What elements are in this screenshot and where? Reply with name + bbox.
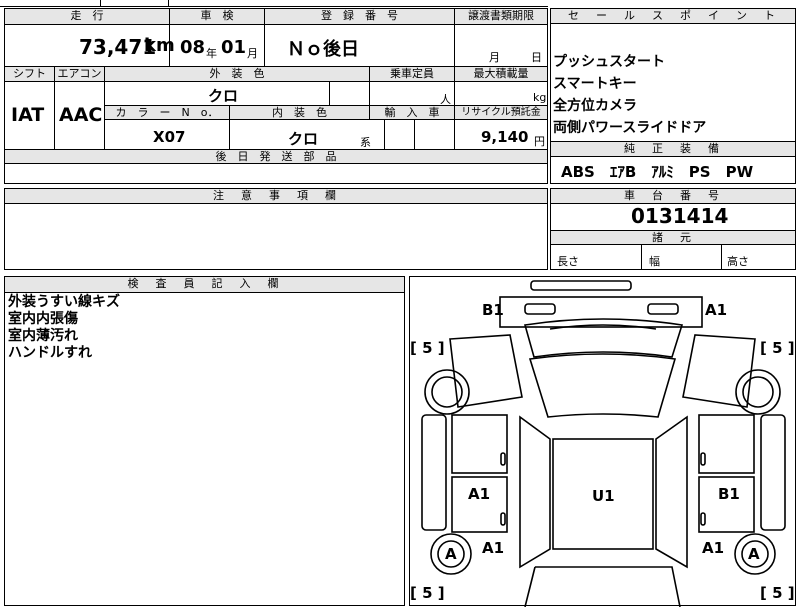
mark-front-left: B1 (482, 301, 504, 319)
inspection-cell: 08 年 01 月 (170, 25, 265, 67)
dimensions-header: 諸 元 (551, 230, 795, 245)
recycle-fee-value: 9,140 (481, 128, 529, 146)
later-parts-area (5, 164, 547, 183)
capacity-header: 乗車定員 (370, 67, 455, 82)
mileage-header: 走 行 (5, 9, 170, 25)
interior-color-cell: クロ 系 (230, 120, 385, 150)
chassis-no-value: 0131414 (631, 204, 729, 228)
exterior-color-extra-cell (330, 82, 370, 106)
max-load-header: 最大積載量 (455, 67, 547, 82)
transfer-deadline-header: 譲渡書類期限 (455, 9, 547, 25)
equipment-value: ABS ｴｱB ｱﾙﾐ PS PW (561, 163, 754, 181)
mark-front-right: A1 (705, 301, 728, 319)
import-cell-a (385, 120, 415, 150)
capacity-cell: 人 (370, 82, 455, 106)
mark-left-front-tire: [ 5 ] (410, 339, 445, 357)
sales-points-header: セ ー ル ス ポ イ ン ト (551, 9, 795, 24)
chassis-no-header: 車 台 番 号 (551, 189, 795, 204)
import-cell-b (415, 120, 455, 150)
width-label: 幅 (649, 255, 660, 268)
shift-value: IAT (11, 104, 45, 126)
inspection-header: 車 検 (170, 9, 265, 25)
color-no-cell: X07 (105, 120, 230, 150)
vehicle-info-table: 走 行 車 検 登 録 番 号 譲渡書類期限 73,471 km 08 年 01… (4, 8, 548, 184)
transfer-deadline-cell: 月 日 (455, 25, 547, 67)
equipment-header: 純 正 装 備 (551, 142, 795, 157)
mark-right-rear-quarter: A1 (702, 539, 725, 557)
recycle-header: リサイクル預託金 (455, 106, 547, 120)
sales-point-item: 全方位カメラ (553, 98, 637, 114)
mark-right-rear-wheel: A (748, 545, 760, 563)
interior-color-value: クロ (288, 130, 319, 148)
aircon-cell: AAC (55, 82, 105, 150)
car-damage-diagram: B1 A1 [ 5 ] [ 5 ] A1 B1 U1 A1 A1 A A [ 5… (409, 276, 796, 607)
top-fragment-row (0, 0, 548, 7)
sales-point-item: 両側パワースライドドア (553, 120, 707, 136)
interior-color-header: 内 装 色 (230, 106, 370, 120)
recycle-fee-cell: 9,140 円 (455, 120, 547, 150)
car-outline-diagram (421, 280, 786, 607)
registration-value: Ｎｏ後日 (287, 39, 359, 60)
equipment-panel: 純 正 装 備 ABS ｴｱB ｱﾙﾐ PS PW (550, 141, 796, 184)
inspection-month: 01 (221, 37, 247, 58)
shift-header: シフト (5, 67, 55, 82)
height-label: 高さ (727, 255, 749, 268)
registration-header: 登 録 番 号 (265, 9, 455, 25)
mark-right-front-tire: [ 5 ] (760, 339, 795, 357)
sales-point-item: スマートキー (553, 76, 637, 92)
registration-cell: Ｎｏ後日 (265, 25, 455, 67)
mark-left-rear-door: A1 (468, 485, 491, 503)
inspector-header: 検 査 員 記 入 欄 (5, 277, 404, 293)
sales-points-panel: セ ー ル ス ポ イ ン ト プッシュスタート スマートキー 全方位カメラ 両… (550, 8, 796, 142)
import-header: 輸 入 車 (370, 106, 455, 120)
exterior-color-cell: クロ (105, 82, 330, 106)
mark-roof: U1 (592, 487, 615, 505)
inspector-panel: 検 査 員 記 入 欄 外装うすい線キズ 室内内張傷 室内薄汚れ ハンドルすれ (4, 276, 405, 606)
max-load-cell: kg (455, 82, 547, 106)
exterior-color-header: 外 装 色 (105, 67, 370, 82)
notes-panel: 注 意 事 項 欄 (4, 188, 548, 270)
inspector-notes-list: 外装うすい線キズ 室内内張傷 室内薄汚れ ハンドルすれ (8, 294, 120, 362)
chassis-panel: 車 台 番 号 0131414 諸 元 長さ 幅 高さ (550, 188, 796, 270)
mark-right-rear-door: B1 (718, 485, 740, 503)
sales-point-item: プッシュスタート (553, 54, 665, 70)
length-label: 長さ (557, 255, 579, 268)
aircon-header: エアコン (55, 67, 105, 82)
inspection-year: 08 (180, 37, 206, 58)
exterior-color-value: クロ (208, 87, 239, 105)
mileage-cell: 73,471 km (5, 25, 175, 67)
notes-header: 注 意 事 項 欄 (5, 189, 547, 204)
inspector-note: 外装うすい線キズ (8, 294, 120, 310)
shift-cell: IAT (5, 82, 55, 150)
sales-points-list: プッシュスタート スマートキー 全方位カメラ 両側パワースライドドア (553, 51, 706, 139)
mark-left-rear-quarter: A1 (482, 539, 505, 557)
aircon-value: AAC (59, 104, 103, 126)
inspector-note: ハンドルすれ (8, 345, 92, 361)
inspector-note: 室内内張傷 (8, 311, 78, 327)
mark-left-rear-tire: [ 5 ] (410, 584, 445, 602)
later-parts-header: 後 日 発 送 部 品 (5, 150, 547, 164)
color-no-header: カ ラ ー N o． (105, 106, 230, 120)
color-no-value: X07 (153, 128, 186, 146)
mark-left-rear-wheel: A (445, 545, 457, 563)
inspector-note: 室内薄汚れ (8, 328, 78, 344)
mark-right-rear-tire: [ 5 ] (760, 584, 795, 602)
